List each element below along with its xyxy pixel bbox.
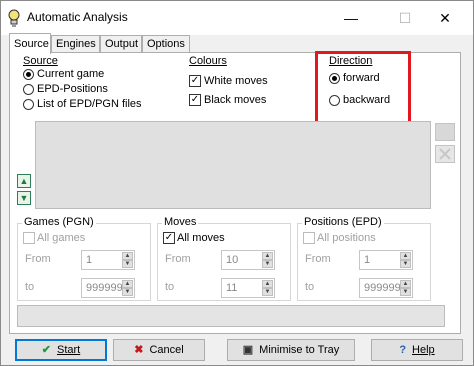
spin-up-icon[interactable]: ▲: [122, 280, 133, 288]
all-moves-checkbox[interactable]: ✓: [163, 232, 175, 244]
games-group-title: Games (PGN): [22, 216, 96, 228]
move-up-arrow-icon[interactable]: ▲: [17, 174, 31, 188]
source-epd-positions-radio[interactable]: [23, 84, 34, 95]
positions-to-value: 999999: [364, 282, 401, 294]
all-games-checkbox[interactable]: [23, 232, 35, 244]
spin-down-icon[interactable]: ▼: [262, 260, 273, 268]
source-file-list-label: List of EPD/PGN files: [37, 98, 142, 110]
moves-from-label: From: [165, 253, 191, 265]
moves-from-value: 10: [226, 254, 239, 266]
games-from-value: 1: [86, 254, 93, 266]
all-positions-label: All positions: [317, 232, 376, 244]
list-remove-button[interactable]: [435, 145, 455, 163]
file-list-box[interactable]: [35, 121, 431, 209]
cancel-button-label: Cancel: [149, 344, 184, 356]
help-icon: ?: [399, 344, 407, 356]
games-to-spinner[interactable]: 999999 ▲ ▼: [81, 278, 135, 298]
all-positions-checkbox[interactable]: [303, 232, 315, 244]
white-moves-label: White moves: [204, 75, 268, 87]
spin-down-icon[interactable]: ▼: [400, 260, 411, 268]
move-down-arrow-icon[interactable]: ▼: [17, 191, 31, 205]
tray-icon: ▣: [242, 344, 254, 356]
positions-to-label: to: [305, 281, 315, 293]
games-to-value: 999999: [86, 282, 123, 294]
maximize-button[interactable]: ☐: [391, 7, 419, 29]
source-label: Source: [23, 55, 58, 67]
help-button-label: Help: [412, 344, 435, 356]
moves-group-title: Moves: [162, 216, 199, 228]
help-button[interactable]: ? Help: [371, 339, 463, 361]
source-current-game-radio[interactable]: [23, 69, 34, 80]
cancel-button[interactable]: ✖ Cancel: [113, 339, 205, 361]
automatic-analysis-window: Automatic Analysis — ☐ ✕ Source Engines …: [0, 0, 474, 366]
tab-output[interactable]: Output: [100, 35, 142, 53]
start-button[interactable]: ✔ Start: [15, 339, 107, 361]
remove-icon: [439, 148, 451, 160]
black-moves-checkbox[interactable]: ✓: [189, 94, 201, 106]
bulb-icon: [8, 9, 20, 27]
white-moves-checkbox[interactable]: ✓: [189, 75, 201, 87]
games-from-label: From: [25, 253, 51, 265]
close-button[interactable]: ✕: [431, 7, 459, 29]
colours-label: Colours: [189, 55, 227, 67]
source-current-game-label: Current game: [37, 68, 105, 80]
positions-to-spinner[interactable]: 999999 ▲ ▼: [359, 278, 413, 298]
spin-down-icon[interactable]: ▼: [400, 288, 411, 296]
positions-group-title: Positions (EPD): [302, 216, 384, 228]
spin-down-icon[interactable]: ▼: [122, 288, 133, 296]
direction-highlight-box: [315, 51, 411, 127]
positions-from-spinner[interactable]: 1 ▲ ▼: [359, 250, 413, 270]
all-games-label: All games: [37, 232, 86, 244]
source-file-list-radio[interactable]: [23, 99, 34, 110]
progress-bar: [17, 305, 445, 327]
positions-from-value: 1: [364, 254, 371, 266]
spin-up-icon[interactable]: ▲: [122, 252, 133, 260]
moves-to-label: to: [165, 281, 175, 293]
checkmark-icon: ✔: [41, 344, 51, 356]
spin-up-icon[interactable]: ▲: [400, 280, 411, 288]
spin-down-icon[interactable]: ▼: [122, 260, 133, 268]
list-add-button[interactable]: [435, 123, 455, 141]
spin-down-icon[interactable]: ▼: [262, 288, 273, 296]
title-bar: Automatic Analysis — ☐ ✕: [1, 1, 473, 35]
minimise-to-tray-button[interactable]: ▣ Minimise to Tray: [227, 339, 355, 361]
spin-up-icon[interactable]: ▲: [262, 280, 273, 288]
source-epd-positions-label: EPD-Positions: [37, 83, 108, 95]
cross-icon: ✖: [134, 344, 144, 356]
black-moves-label: Black moves: [204, 94, 267, 106]
moves-to-value: 11: [226, 282, 238, 294]
games-from-spinner[interactable]: 1 ▲ ▼: [81, 250, 135, 270]
tab-engines[interactable]: Engines: [51, 35, 100, 53]
games-to-label: to: [25, 281, 35, 293]
spin-up-icon[interactable]: ▲: [400, 252, 411, 260]
moves-to-spinner[interactable]: 11 ▲ ▼: [221, 278, 275, 298]
moves-from-spinner[interactable]: 10 ▲ ▼: [221, 250, 275, 270]
minimize-button[interactable]: —: [337, 7, 365, 29]
tab-source[interactable]: Source: [9, 33, 51, 54]
minimise-button-label: Minimise to Tray: [259, 344, 340, 356]
positions-from-label: From: [305, 253, 331, 265]
start-button-label: Start: [56, 344, 81, 356]
spin-up-icon[interactable]: ▲: [262, 252, 273, 260]
tab-options[interactable]: Options: [142, 35, 190, 53]
window-title: Automatic Analysis: [27, 10, 128, 24]
all-moves-label: All moves: [177, 232, 225, 244]
